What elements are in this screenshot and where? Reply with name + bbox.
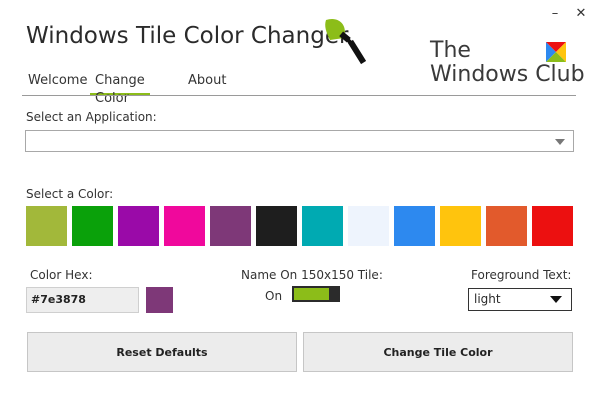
color-swatch[interactable]	[532, 206, 573, 246]
logo-line2: Windows Club	[430, 62, 585, 87]
foreground-text-label: Foreground Text:	[471, 268, 572, 282]
app-title: Windows Tile Color Changer	[26, 23, 349, 49]
color-hex-input[interactable]: #7e3878	[26, 287, 139, 313]
color-swatch[interactable]	[486, 206, 527, 246]
minimize-button[interactable]: –	[548, 6, 562, 21]
color-swatch[interactable]	[394, 206, 435, 246]
close-button[interactable]: ✕	[574, 6, 588, 21]
color-hex-label: Color Hex:	[30, 268, 93, 282]
change-tile-color-button[interactable]: Change Tile Color	[303, 332, 573, 372]
tile-name-label: Name On 150x150 Tile:	[241, 268, 383, 282]
windows-flag-icon	[546, 42, 566, 62]
color-preview	[146, 287, 173, 313]
color-swatch[interactable]	[164, 206, 205, 246]
color-swatch[interactable]	[118, 206, 159, 246]
color-swatch[interactable]	[348, 206, 389, 246]
toggle-state-label: On	[265, 289, 283, 303]
tab-welcome[interactable]: Welcome	[23, 72, 92, 93]
color-swatch[interactable]	[256, 206, 297, 246]
application-label: Select an Application:	[26, 110, 157, 124]
color-label: Select a Color:	[26, 187, 114, 201]
tab-about[interactable]: About	[183, 72, 231, 93]
chevron-down-icon	[555, 139, 565, 145]
color-swatch[interactable]	[302, 206, 343, 246]
chevron-down-icon	[550, 296, 562, 303]
reset-defaults-button[interactable]: Reset Defaults	[27, 332, 297, 372]
foreground-text-select[interactable]: light	[468, 288, 572, 311]
color-swatch[interactable]	[210, 206, 251, 246]
toggle-fill	[294, 288, 329, 300]
logo-line1: The	[430, 38, 471, 63]
application-select[interactable]	[25, 130, 574, 152]
paint-roller-icon	[325, 18, 366, 65]
tab-change-color[interactable]: Change Color	[90, 72, 150, 106]
toggle-thumb[interactable]	[330, 286, 340, 302]
color-swatch[interactable]	[26, 206, 67, 246]
tab-divider	[22, 95, 576, 96]
color-swatch[interactable]	[72, 206, 113, 246]
foreground-text-value: light	[474, 292, 501, 306]
color-swatch[interactable]	[440, 206, 481, 246]
